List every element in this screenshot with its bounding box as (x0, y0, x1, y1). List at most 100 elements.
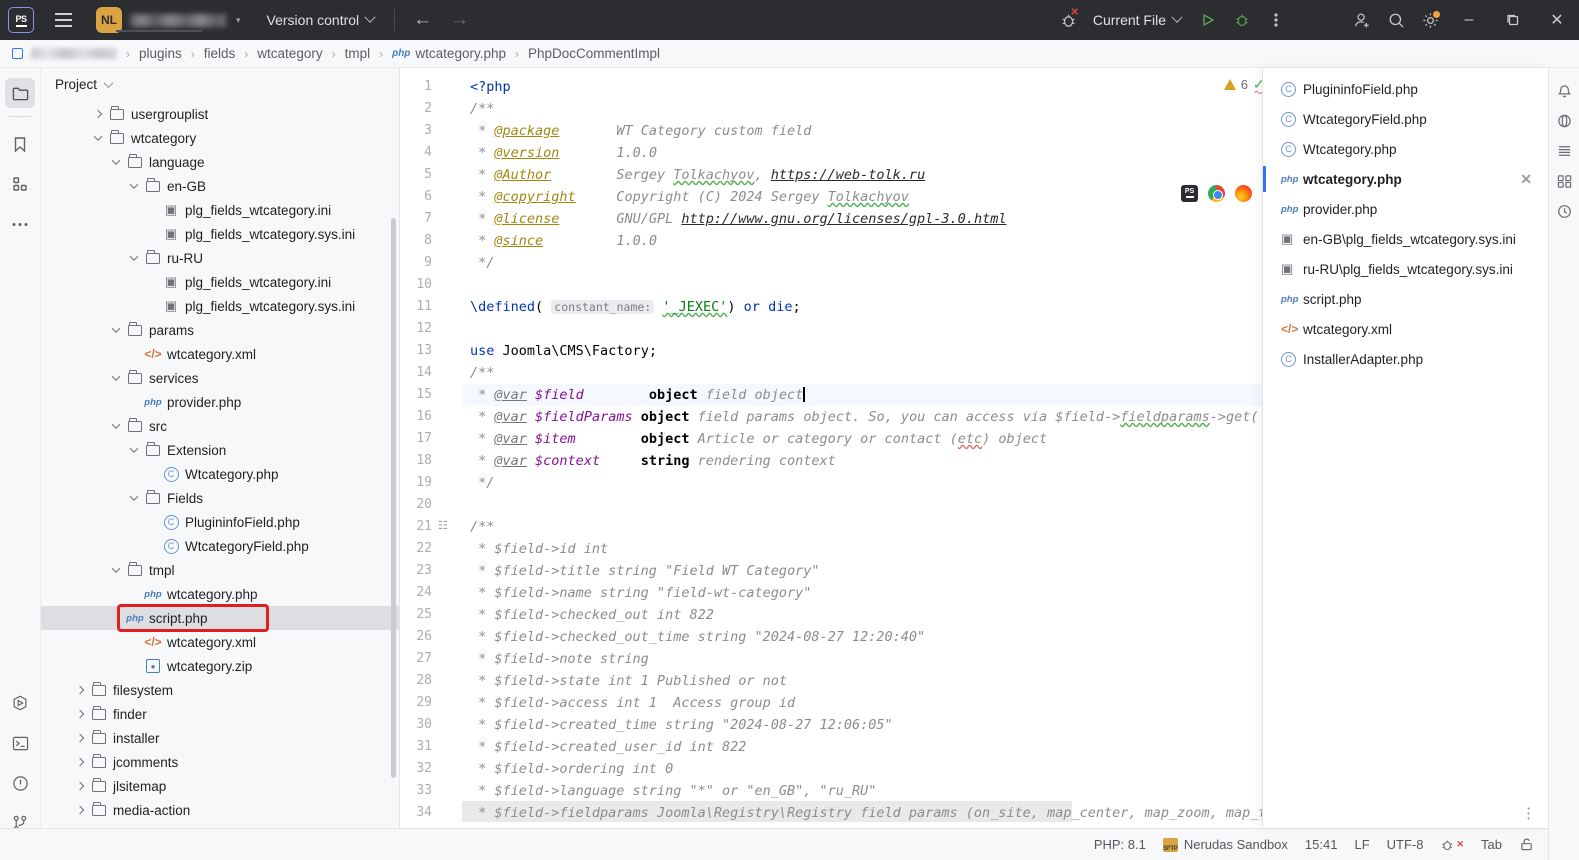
chevron-down-icon[interactable] (125, 255, 143, 261)
line-number[interactable]: 21 (416, 519, 432, 534)
breadcrumb-root-blurred[interactable] (31, 48, 117, 59)
code-line[interactable]: * @var $field object field object (470, 387, 805, 403)
code-line[interactable]: * @version 1.0.0 (470, 145, 657, 161)
line-number[interactable]: 4 (424, 145, 432, 160)
chevron-right-icon[interactable] (89, 111, 107, 117)
breadcrumb-item-file[interactable]: wtcategory.php (415, 46, 506, 61)
code-line[interactable]: * $field->checked_out int 822 (470, 607, 714, 623)
bookmarks-icon[interactable] (5, 129, 35, 159)
tree-item[interactable]: ▣plg_fields_wtcategory.ini (41, 198, 399, 222)
line-number[interactable]: 30 (416, 717, 432, 732)
tree-item[interactable]: Fields (41, 486, 399, 510)
tree-item[interactable]: phpprovider.php (41, 390, 399, 414)
navigate-forward-button[interactable]: → (450, 9, 469, 31)
status-more-icon[interactable]: ⋮ (1521, 804, 1537, 822)
tree-item[interactable]: tmpl (41, 558, 399, 582)
tree-item[interactable]: services (41, 366, 399, 390)
line-number[interactable]: 24 (416, 585, 432, 600)
line-number[interactable]: 2 (424, 101, 432, 116)
run-configuration-selector[interactable]: Current File (1093, 12, 1181, 28)
chevron-down-icon[interactable] (107, 567, 125, 573)
chevron-down-icon[interactable] (125, 495, 143, 501)
line-number[interactable]: 5 (424, 167, 432, 182)
line-number[interactable]: 27 (416, 651, 432, 666)
chevron-down-icon[interactable] (107, 159, 125, 165)
code-line[interactable]: * $field->checked_out_time string "2024-… (470, 629, 925, 645)
phpstorm-logo-icon[interactable]: PS (8, 7, 34, 33)
project-panel-header[interactable]: Project (41, 68, 399, 100)
breadcrumb-item-fields[interactable]: fields (204, 46, 236, 61)
minimize-button[interactable]: – (1447, 0, 1491, 40)
recent-files-popup[interactable]: CPlugininfoField.phpCWtcategoryField.php… (1262, 68, 1548, 828)
code-line[interactable]: /** (470, 519, 494, 535)
code-line[interactable]: <?php (470, 79, 511, 95)
line-number[interactable]: 17 (416, 431, 432, 446)
chevron-right-icon[interactable] (71, 711, 89, 717)
project-root-icon[interactable] (12, 48, 23, 59)
recent-file-item[interactable]: phpprovider.php (1263, 194, 1548, 224)
line-number[interactable]: 22 (416, 541, 432, 556)
code-line[interactable]: * @var $fieldParams object field params … (470, 409, 1283, 425)
gear-icon[interactable] (1413, 0, 1447, 40)
line-number[interactable]: 16 (416, 409, 432, 424)
line-number[interactable]: 28 (416, 673, 432, 688)
run-triangle-icon[interactable] (1191, 0, 1225, 40)
more-tool-windows-icon[interactable] (5, 209, 35, 239)
server-icon[interactable] (1551, 136, 1577, 166)
recent-file-item[interactable]: CWtcategoryField.php (1263, 104, 1548, 134)
database-icon[interactable] (1551, 106, 1577, 136)
problems-icon[interactable] (5, 768, 35, 798)
line-number[interactable]: 6 (424, 189, 432, 204)
chevron-down-icon[interactable] (104, 78, 114, 88)
debug-bug-icon[interactable] (1225, 0, 1259, 40)
tree-item[interactable]: </>wtcategory.xml (41, 630, 399, 654)
tree-item[interactable]: ru-RU (41, 246, 399, 270)
tree-item[interactable]: CWtcategoryField.php (41, 534, 399, 558)
line-number[interactable]: 15 (416, 387, 432, 402)
tree-item[interactable]: media-action (41, 798, 399, 822)
line-number[interactable]: 13 (416, 343, 432, 358)
recent-file-item[interactable]: ▣en-GB\plg_fields_wtcategory.sys.ini (1263, 224, 1548, 254)
tree-item[interactable]: ▣plg_fields_wtcategory.ini (41, 270, 399, 294)
line-number[interactable]: 8 (424, 233, 432, 248)
project-tree-scrollbar[interactable] (391, 218, 396, 778)
ai-assistant-icon[interactable] (1551, 196, 1577, 226)
code-line[interactable]: * @copyright Copyright (C) 2024 Sergey T… (470, 189, 909, 205)
tree-item[interactable]: finder (41, 702, 399, 726)
recent-file-item[interactable]: phpwtcategory.php✕ (1263, 164, 1548, 194)
code-line[interactable]: /** (470, 101, 494, 117)
code-line[interactable]: use Joomla\CMS\Factory; (470, 343, 657, 359)
line-number[interactable]: 1 (424, 79, 432, 94)
project-name-blurred[interactable] (130, 14, 226, 27)
code-line[interactable]: * $field->title string "Field WT Categor… (470, 563, 820, 579)
tree-item[interactable]: installer (41, 726, 399, 750)
debug-disconnected-icon[interactable]: ✕ (1440, 837, 1464, 853)
code-line[interactable]: \defined( constant_name: '_JEXEC') or di… (470, 299, 801, 315)
unlocked-icon[interactable] (1519, 837, 1534, 852)
maximize-button[interactable] (1491, 0, 1535, 40)
structure-icon[interactable] (5, 169, 35, 199)
navigate-back-button[interactable]: ← (413, 9, 432, 31)
line-number[interactable]: 18 (416, 453, 432, 468)
recent-file-item[interactable]: ▣ru-RU\plg_fields_wtcategory.sys.ini (1263, 254, 1548, 284)
recent-file-item[interactable]: phpscript.php (1263, 284, 1548, 314)
tree-item[interactable]: src (41, 414, 399, 438)
breadcrumb-item-wtcategory[interactable]: wtcategory (257, 46, 322, 61)
search-icon[interactable] (1379, 0, 1413, 40)
line-number[interactable]: 25 (416, 607, 432, 622)
tree-item[interactable]: params (41, 318, 399, 342)
tree-item[interactable]: language (41, 150, 399, 174)
tree-item[interactable]: phpscript.php (41, 606, 399, 630)
deployment-status[interactable]: SFTP Nerudas Sandbox (1163, 837, 1288, 852)
tree-item[interactable]: jlsitemap (41, 774, 399, 798)
tree-item[interactable]: Extension (41, 438, 399, 462)
tree-item[interactable]: usergrouplist (41, 102, 399, 126)
chevron-down-icon[interactable] (107, 423, 125, 429)
code-line[interactable]: * $field->access int 1 Access group id (470, 695, 795, 711)
hamburger-menu-icon[interactable] (48, 5, 78, 35)
services-icon[interactable] (1551, 166, 1577, 196)
recent-file-item[interactable]: CPlugininfoField.php (1263, 74, 1548, 104)
code-line[interactable]: * $field->created_time string "2024-08-2… (470, 717, 893, 733)
line-number[interactable]: 9 (424, 255, 432, 270)
line-number[interactable]: 3 (424, 123, 432, 138)
